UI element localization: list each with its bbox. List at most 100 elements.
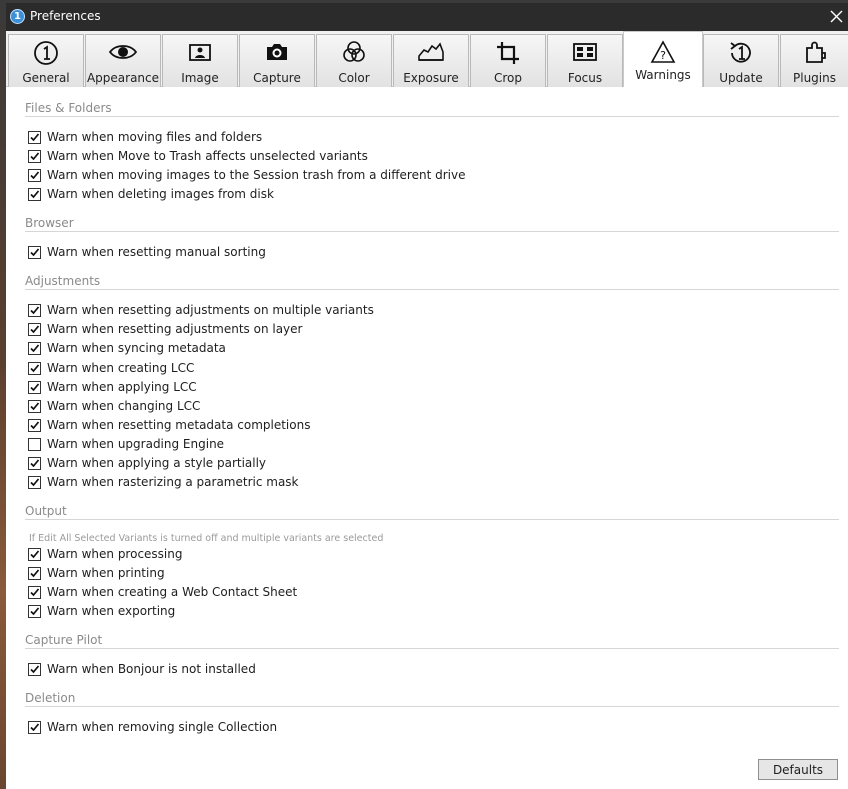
warnings-panel: Files & Folders Warn when moving files a… xyxy=(6,87,848,789)
checkbox-label: Warn when rasterizing a parametric mask xyxy=(47,475,299,489)
section-title-output: Output xyxy=(25,504,67,518)
tab-capture[interactable]: Capture xyxy=(239,34,315,87)
checkbox[interactable] xyxy=(28,131,41,144)
checkbox-label: Warn when deleting images from disk xyxy=(47,187,274,201)
tab-focus[interactable]: Focus xyxy=(547,34,623,87)
tab-label: Image xyxy=(181,71,219,85)
checkbox[interactable] xyxy=(28,419,41,432)
checkbox[interactable] xyxy=(28,362,41,375)
warning-triangle-icon: ? xyxy=(650,40,676,63)
checkbox-label: Warn when Bonjour is not installed xyxy=(47,662,256,676)
checkbox-label: Warn when moving files and folders xyxy=(47,130,263,144)
tab-label: Color xyxy=(338,71,370,85)
one-circle-icon xyxy=(34,41,58,65)
tab-label: Exposure xyxy=(403,71,459,85)
checkmark-icon xyxy=(30,171,40,180)
image-card-icon xyxy=(189,44,211,61)
checkbox-label: Warn when resetting adjustments on layer xyxy=(47,322,303,336)
checkbox-label: Warn when resetting manual sorting xyxy=(47,245,266,259)
focus-grid-icon xyxy=(573,43,597,61)
checkmark-icon xyxy=(30,344,40,353)
color-circles-icon xyxy=(343,41,365,62)
defaults-button[interactable]: Defaults xyxy=(758,759,838,780)
checkbox[interactable] xyxy=(28,188,41,201)
checkmark-icon xyxy=(30,133,40,142)
tab-update[interactable]: Update xyxy=(703,34,779,87)
checkmark-icon xyxy=(30,569,40,578)
checkbox-label: Warn when Move to Trash affects unselect… xyxy=(47,149,368,163)
checkbox[interactable] xyxy=(28,721,41,734)
checkbox[interactable] xyxy=(28,605,41,618)
histogram-icon xyxy=(418,42,444,61)
checkbox[interactable] xyxy=(28,342,41,355)
section-divider xyxy=(25,706,839,707)
checkmark-icon xyxy=(30,478,40,487)
tab-crop[interactable]: Crop xyxy=(470,34,546,87)
tab-bar: General Appearance Image Capture Color E… xyxy=(6,31,848,88)
tab-warnings[interactable]: ? Warnings xyxy=(623,31,703,88)
checkmark-icon xyxy=(30,421,40,430)
tab-label: Update xyxy=(719,71,763,85)
output-note: If Edit All Selected Variants is turned … xyxy=(29,533,384,544)
checkmark-icon xyxy=(30,383,40,392)
checkmark-icon xyxy=(30,248,40,257)
checkbox-label: Warn when creating LCC xyxy=(47,361,195,375)
checkbox[interactable] xyxy=(28,663,41,676)
checkbox[interactable] xyxy=(28,323,41,336)
update-icon xyxy=(730,42,751,63)
checkbox[interactable] xyxy=(28,457,41,470)
checkbox[interactable] xyxy=(28,150,41,163)
svg-text:?: ? xyxy=(660,49,666,62)
window-title: Preferences xyxy=(30,9,101,23)
checkbox[interactable] xyxy=(28,586,41,599)
checkbox[interactable] xyxy=(28,400,41,413)
close-icon xyxy=(830,10,843,23)
checkbox-label: Warn when removing single Collection xyxy=(47,720,278,734)
checkbox[interactable] xyxy=(28,169,41,182)
checkmark-icon xyxy=(30,607,40,616)
checkmark-icon xyxy=(30,550,40,559)
checkmark-icon xyxy=(30,459,40,468)
tab-label: Crop xyxy=(493,71,522,85)
camera-icon xyxy=(267,44,287,60)
eye-icon xyxy=(108,45,138,59)
tab-general[interactable]: General xyxy=(8,34,84,87)
checkbox[interactable] xyxy=(28,548,41,561)
puzzle-icon xyxy=(805,41,826,63)
checkmark-icon xyxy=(30,723,40,732)
checkbox-label: Warn when applying LCC xyxy=(47,380,197,394)
checkbox-label: Warn when upgrading Engine xyxy=(47,437,225,451)
checkbox-label: Warn when syncing metadata xyxy=(47,341,226,355)
tab-plugins[interactable]: Plugins xyxy=(780,34,848,87)
checkmark-icon xyxy=(30,152,40,161)
tab-image[interactable]: Image xyxy=(162,34,238,87)
tab-label: Plugins xyxy=(793,71,836,85)
tab-label: Focus xyxy=(567,71,603,85)
checkbox[interactable] xyxy=(28,476,41,489)
checkbox[interactable] xyxy=(28,381,41,394)
checkbox[interactable] xyxy=(28,438,41,451)
section-title-files-folders: Files & Folders xyxy=(25,101,112,115)
section-title-capture-pilot: Capture Pilot xyxy=(25,633,103,647)
close-button[interactable] xyxy=(826,3,848,31)
section-divider xyxy=(25,231,839,232)
checkbox[interactable] xyxy=(28,304,41,317)
tab-label: Warnings xyxy=(635,68,691,82)
checkbox-label: Warn when resetting metadata completions xyxy=(47,418,311,432)
section-divider xyxy=(25,519,839,520)
checkmark-icon xyxy=(30,190,40,199)
tab-label: Capture xyxy=(253,71,301,85)
checkbox-label: Warn when printing xyxy=(47,566,165,580)
checkmark-icon xyxy=(30,306,40,315)
section-divider xyxy=(25,289,839,290)
tab-exposure[interactable]: Exposure xyxy=(393,34,469,87)
checkbox[interactable] xyxy=(28,567,41,580)
checkbox-label: Warn when applying a style partially xyxy=(47,456,267,470)
checkmark-icon xyxy=(30,588,40,597)
tab-color[interactable]: Color xyxy=(316,34,392,87)
tab-appearance[interactable]: Appearance xyxy=(85,34,161,87)
section-divider xyxy=(25,116,839,117)
checkbox[interactable] xyxy=(28,246,41,259)
section-title-adjustments: Adjustments xyxy=(25,274,101,288)
title-bar[interactable]: Preferences xyxy=(6,3,848,31)
